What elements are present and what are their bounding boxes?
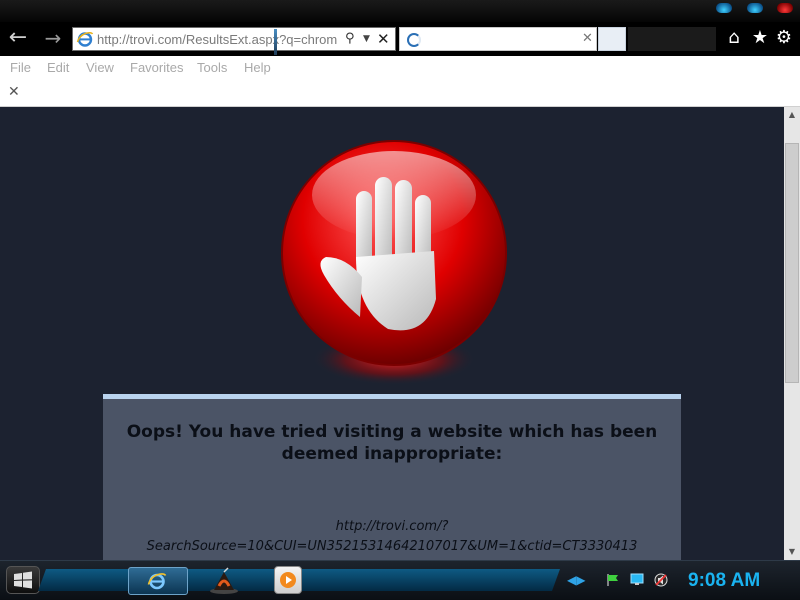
vertical-scrollbar[interactable]: ▲ ▼	[784, 107, 800, 560]
navigation-bar: ← → http://trovi.com/ResultsExt.aspx?q=c…	[0, 22, 800, 56]
scroll-up-icon[interactable]: ▲	[784, 107, 800, 123]
play-icon	[280, 572, 296, 588]
tray-expand-icon[interactable]: ◀▶	[567, 572, 585, 588]
windows-logo-icon	[14, 571, 32, 589]
star-icon[interactable]: ★	[750, 27, 770, 49]
window-title-bar	[0, 0, 800, 22]
maximize-button[interactable]	[747, 3, 763, 13]
menu-tools[interactable]: Tools	[197, 60, 227, 76]
menu-bar: File Edit View Favorites Tools Help	[0, 56, 800, 80]
taskbar-app-icon[interactable]	[208, 566, 240, 596]
forward-arrow-icon[interactable]: →	[40, 27, 66, 51]
menu-favorites[interactable]: Favorites	[130, 60, 183, 76]
tab-close-icon[interactable]: ✕	[582, 30, 596, 48]
warning-title: Oops! You have tried visiting a website …	[126, 422, 658, 464]
loading-spinner-icon	[407, 33, 421, 47]
menu-help[interactable]: Help	[244, 60, 271, 76]
taskbar: ◀▶ 9:08 AM	[0, 560, 800, 600]
menu-edit[interactable]: Edit	[47, 60, 69, 76]
close-window-button[interactable]	[777, 3, 793, 13]
warning-panel: Oops! You have tried visiting a website …	[103, 394, 681, 560]
search-icon[interactable]: ⚲	[345, 30, 361, 48]
taskbar-media-player[interactable]	[274, 566, 302, 594]
scrollbar-thumb[interactable]	[785, 143, 799, 383]
volume-icon[interactable]	[654, 573, 670, 587]
network-monitor-icon[interactable]	[630, 573, 644, 587]
close-icon[interactable]: ✕	[377, 29, 393, 49]
gear-icon[interactable]: ⚙	[774, 27, 794, 49]
menu-view[interactable]: View	[86, 60, 114, 76]
stop-hand-icon	[281, 140, 507, 385]
menu-file[interactable]: File	[10, 60, 31, 76]
page-viewport: Oops! You have tried visiting a website …	[0, 107, 784, 560]
notification-bar: ✕	[0, 80, 800, 107]
back-arrow-icon[interactable]: ←	[5, 27, 31, 51]
taskbar-internet-explorer[interactable]	[128, 567, 188, 595]
scroll-down-icon[interactable]: ▼	[784, 544, 800, 560]
action-center-flag-icon[interactable]	[606, 573, 620, 587]
minimize-button[interactable]	[716, 3, 732, 13]
close-icon[interactable]: ✕	[8, 84, 22, 100]
tab-strip-empty	[628, 27, 716, 51]
address-input[interactable]: http://trovi.com/ResultsExt.aspx?q=chrom	[97, 31, 343, 49]
tab-loading[interactable]: ✕	[399, 27, 597, 51]
blocked-url[interactable]: http://trovi.com/?SearchSource=10&CUI=UN…	[103, 517, 681, 557]
ie-icon	[147, 573, 167, 590]
home-icon[interactable]: ⌂	[724, 27, 744, 49]
start-button[interactable]	[6, 566, 40, 594]
address-bar[interactable]: http://trovi.com/ResultsExt.aspx?q=chrom…	[72, 27, 396, 51]
chevron-down-icon[interactable]: ▼	[363, 30, 373, 48]
text-cursor-icon	[274, 29, 277, 55]
new-tab-button[interactable]	[598, 27, 626, 51]
system-clock[interactable]: 9:08 AM	[688, 570, 788, 592]
ie-icon	[76, 31, 94, 47]
